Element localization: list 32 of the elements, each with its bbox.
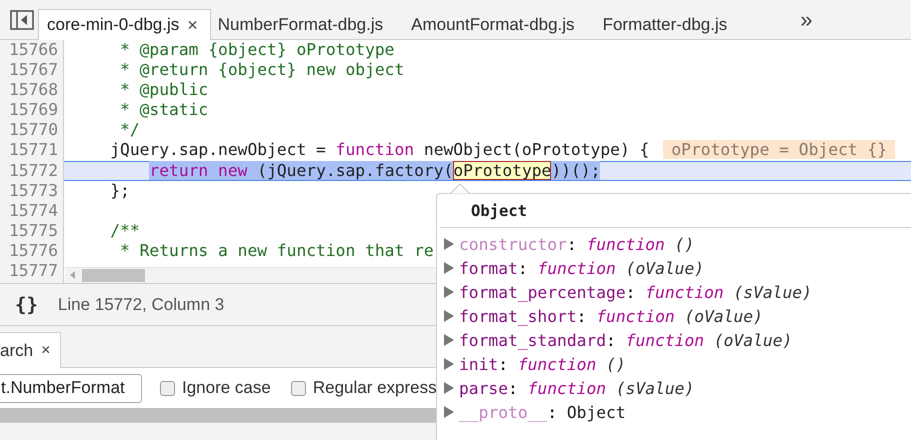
line-number: 15769 [9,100,58,120]
line-number: 15772 [9,160,58,180]
line-number: 15768 [9,80,58,100]
tab-label: arch [0,340,34,360]
code-line: * Returns a new function that re [119,240,434,260]
code-line: }; [109,180,130,200]
code-line: * @static [119,100,208,120]
code-line: * @return {object} new object [119,60,404,80]
code-line: */ [119,120,140,140]
tab-label: core-min-0-dbg.js [47,15,180,35]
checkbox-label: Ignore case [182,378,271,398]
code-line: * @param {object} oPrototype [119,40,394,59]
code-line: return new (jQuery.sap.factory(oPrototype))(); [148,160,600,180]
code-line: * @public [119,80,208,100]
line-number: 15766 [9,40,58,59]
line-number: 15767 [9,60,58,80]
line-number: 15774 [9,200,58,220]
line-number: 15775 [9,220,58,240]
checkbox-label: Regular express [312,378,437,398]
line-number: 15771 [9,140,58,160]
code-line: jQuery.sap.newObject = function newObject(oPrototype) { [109,140,650,160]
tab-label: Formatter-dbg.js [602,14,728,34]
tab-label: NumberFormat-dbg.js [218,14,384,34]
code-line: /** [109,220,140,240]
line-number: 15776 [9,240,58,260]
line-number: 15770 [9,120,58,140]
inline-value: oPrototype = Object {} [663,140,896,160]
tab-label: AmountFormat-dbg.js [411,14,575,34]
popover-title: Object [471,202,527,220]
line-number: 15773 [9,180,58,200]
line-number: 15777 [9,261,58,280]
cursor-position: Line 15772, Column 3 [58,294,224,314]
